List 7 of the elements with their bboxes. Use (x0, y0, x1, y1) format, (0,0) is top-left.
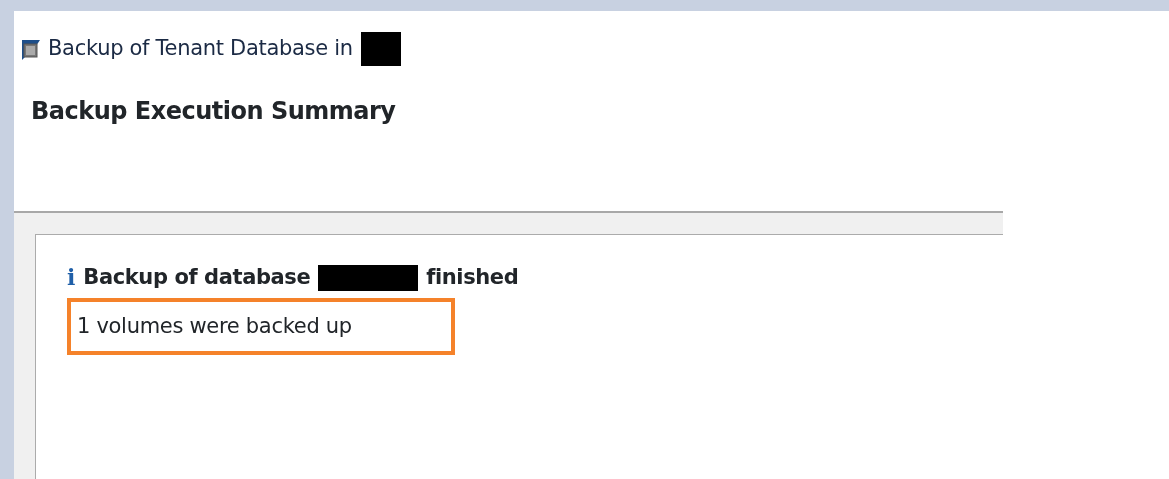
message-detail: 1 volumes were backed up (77, 314, 352, 338)
window-title: Backup of Tenant Database in (48, 34, 353, 62)
message-title: Backup of database (83, 263, 311, 291)
message-title: finished (426, 263, 519, 291)
info-icon: i (67, 261, 76, 294)
page-heading: Backup Execution Summary (31, 96, 397, 127)
app-icon (20, 37, 40, 60)
